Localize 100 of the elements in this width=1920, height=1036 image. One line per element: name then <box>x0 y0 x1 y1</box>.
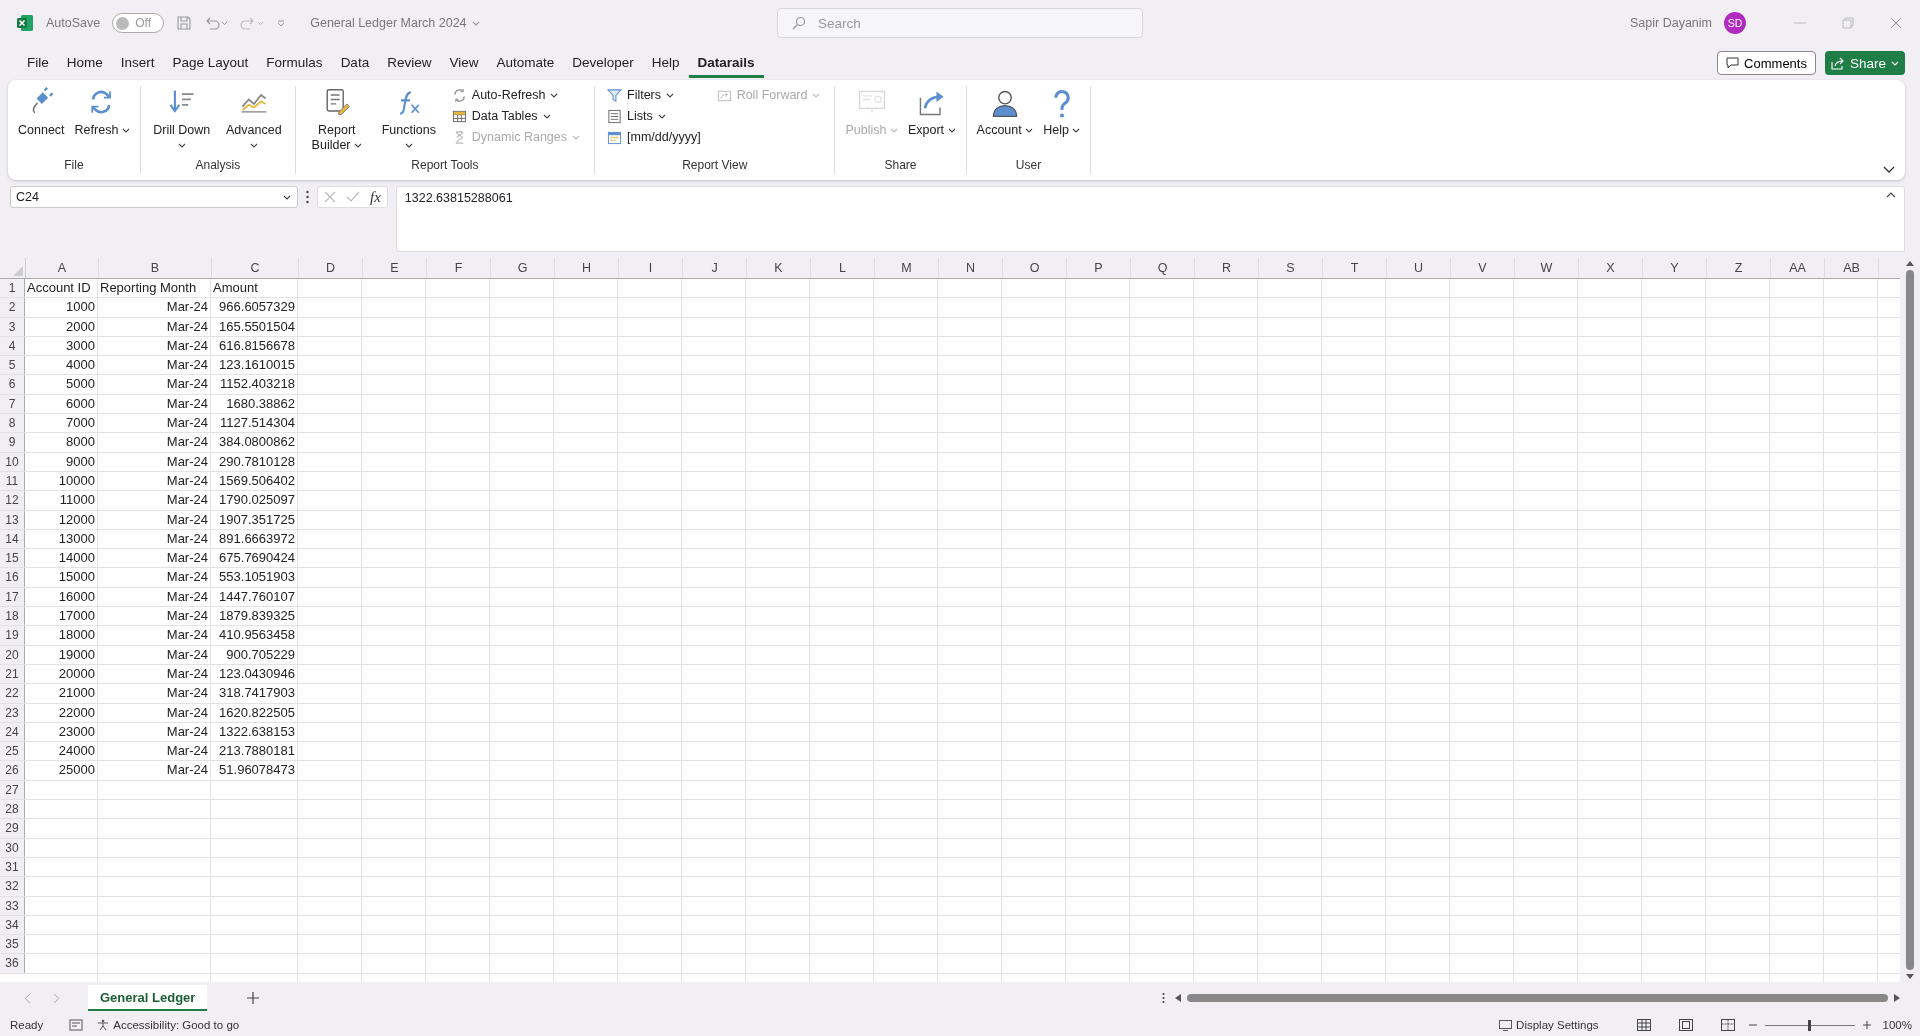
menu-tab[interactable]: Review <box>378 48 441 78</box>
row-header[interactable]: 1 <box>0 279 25 298</box>
column-header[interactable]: G <box>491 258 555 278</box>
menu-tab[interactable]: Datarails <box>688 48 764 78</box>
more-icon[interactable] <box>1162 992 1165 1004</box>
column-header[interactable]: B <box>99 258 212 278</box>
comments-button[interactable]: Comments <box>1717 51 1816 75</box>
ribbon-button[interactable]: Advanced <box>218 86 289 153</box>
page-layout-icon[interactable] <box>1678 1019 1693 1031</box>
scroll-up-icon[interactable] <box>1906 260 1914 266</box>
column-header[interactable]: D <box>299 258 363 278</box>
column-header[interactable]: N <box>939 258 1003 278</box>
menu-tab[interactable]: Formulas <box>257 48 332 78</box>
name-box[interactable]: C24 <box>10 186 298 208</box>
menu-tab[interactable]: Home <box>57 48 112 78</box>
column-header[interactable]: M <box>875 258 939 278</box>
row-header[interactable]: 8 <box>0 414 25 433</box>
enter-icon[interactable] <box>346 191 360 203</box>
document-title[interactable]: General Ledger March 2024 <box>310 16 480 30</box>
ribbon-button[interactable]: Auto-Refresh <box>451 87 580 103</box>
ribbon-button[interactable]: Connect <box>14 86 69 138</box>
ribbon-button[interactable]: Functions <box>373 86 444 153</box>
column-header[interactable]: L <box>811 258 875 278</box>
macro-icon[interactable] <box>69 1019 84 1031</box>
row-header[interactable]: 36 <box>0 954 25 973</box>
row-header[interactable]: 18 <box>0 607 25 626</box>
column-header[interactable]: H <box>555 258 619 278</box>
zoom-in-icon[interactable] <box>1862 1021 1871 1029</box>
column-header[interactable]: T <box>1323 258 1387 278</box>
cancel-icon[interactable] <box>324 191 336 203</box>
display-settings-button[interactable]: Display Settings <box>1499 1019 1599 1031</box>
column-header[interactable]: Z <box>1707 258 1771 278</box>
collapse-ribbon-icon[interactable] <box>1883 166 1895 174</box>
column-header[interactable]: AB <box>1825 258 1879 278</box>
column-header[interactable]: Y <box>1643 258 1707 278</box>
row-header[interactable]: 15 <box>0 549 25 568</box>
ribbon-button[interactable]: Export <box>903 86 960 138</box>
menu-tab[interactable]: Automate <box>487 48 564 78</box>
row-header[interactable]: 26 <box>0 761 25 780</box>
next-sheet-icon[interactable] <box>53 992 60 1004</box>
column-header[interactable]: P <box>1067 258 1131 278</box>
menu-tab[interactable]: Insert <box>111 48 164 78</box>
column-header[interactable]: AA <box>1771 258 1825 278</box>
column-header[interactable]: J <box>683 258 747 278</box>
column-header[interactable]: U <box>1387 258 1451 278</box>
row-header[interactable]: 19 <box>0 626 25 645</box>
row-header[interactable]: 22 <box>0 684 25 703</box>
collapse-icon[interactable] <box>1886 191 1896 198</box>
page-break-icon[interactable] <box>1720 1019 1735 1031</box>
row-header[interactable]: 5 <box>0 356 25 375</box>
scroll-left-icon[interactable] <box>1175 994 1181 1002</box>
column-header[interactable]: C <box>212 258 299 278</box>
column-header[interactable]: Q <box>1131 258 1195 278</box>
row-header[interactable]: 6 <box>0 375 25 394</box>
horizontal-scrollbar[interactable] <box>1175 992 1900 1004</box>
row-header[interactable]: 25 <box>0 742 25 761</box>
scroll-down-icon[interactable] <box>1906 974 1914 980</box>
customize-caret-icon[interactable] <box>276 18 287 28</box>
ribbon-button[interactable]: Lists <box>607 108 701 124</box>
save-icon[interactable] <box>176 15 193 31</box>
column-header[interactable]: V <box>1451 258 1515 278</box>
row-header[interactable]: 28 <box>0 800 25 819</box>
column-header[interactable]: K <box>747 258 811 278</box>
zoom-level[interactable]: 100% <box>1882 1019 1912 1031</box>
redo-icon[interactable] <box>240 15 265 31</box>
undo-icon[interactable] <box>204 15 229 31</box>
row-header[interactable]: 29 <box>0 819 25 838</box>
user-avatar[interactable]: SD <box>1724 12 1746 34</box>
zoom-out-icon[interactable] <box>1748 1021 1757 1029</box>
column-header[interactable]: W <box>1515 258 1579 278</box>
menu-tab[interactable]: Data <box>331 48 379 78</box>
menu-tab[interactable]: Page Layout <box>163 48 258 78</box>
row-header[interactable]: 32 <box>0 877 25 896</box>
row-header[interactable]: 12 <box>0 491 25 510</box>
sheet-tab[interactable]: General Ledger <box>88 985 208 1011</box>
row-header[interactable]: 16 <box>0 568 25 587</box>
row-header[interactable]: 9 <box>0 433 25 452</box>
add-sheet-icon[interactable] <box>247 992 260 1004</box>
scroll-right-icon[interactable] <box>1894 994 1900 1002</box>
ribbon-button[interactable]: Refresh <box>70 86 134 138</box>
ribbon-button[interactable]: Help <box>1039 86 1085 138</box>
column-header[interactable]: I <box>619 258 683 278</box>
close-icon[interactable] <box>1890 17 1902 29</box>
column-header[interactable]: F <box>427 258 491 278</box>
column-header[interactable]: S <box>1259 258 1323 278</box>
row-header[interactable]: 2 <box>0 298 25 317</box>
insert-function-button[interactable]: fx <box>370 188 381 206</box>
column-header[interactable]: X <box>1579 258 1643 278</box>
previous-sheet-icon[interactable] <box>24 992 31 1004</box>
ribbon-button[interactable]: Account <box>972 86 1038 138</box>
column-header[interactable]: A <box>26 258 99 278</box>
column-header[interactable]: E <box>363 258 427 278</box>
accessibility-status[interactable]: Accessibility: Good to go <box>97 1019 240 1031</box>
ribbon-button[interactable]: [mm/dd/yyyy] <box>607 129 701 145</box>
menu-tab[interactable]: File <box>18 48 58 78</box>
menu-tab[interactable]: Developer <box>563 48 643 78</box>
ribbon-button[interactable]: Drill Down <box>146 86 217 153</box>
column-header[interactable]: R <box>1195 258 1259 278</box>
menu-tab[interactable]: Help <box>642 48 689 78</box>
menu-tab[interactable]: View <box>440 48 488 78</box>
